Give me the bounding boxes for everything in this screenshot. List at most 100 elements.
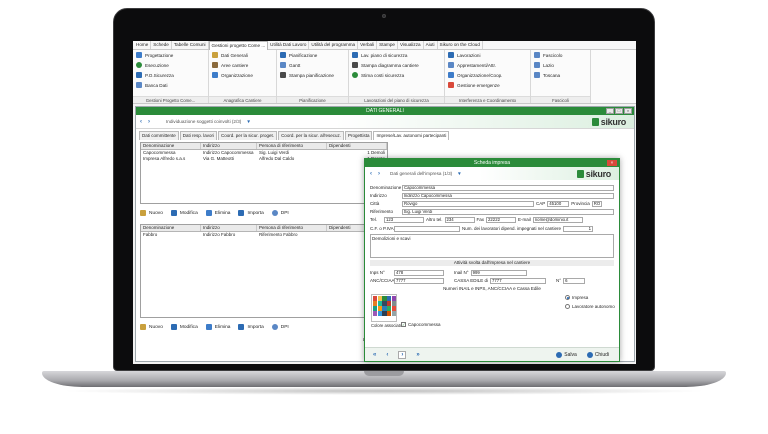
menu-stampe[interactable]: Stampe <box>377 41 398 49</box>
maximize-button[interactable]: □ <box>615 108 623 114</box>
modifica-button[interactable]: Modifica <box>170 324 198 330</box>
first-record-icon[interactable]: « <box>373 352 376 358</box>
col-dipendenti[interactable]: Dipendenti <box>327 143 387 149</box>
last-record-icon[interactable]: » <box>416 352 419 358</box>
menu-visualizza[interactable]: Visualizza <box>398 41 424 49</box>
ribbon-dati-generali[interactable]: Dati Generali <box>212 52 253 58</box>
ancc-input[interactable]: 7777 <box>394 277 444 284</box>
email-input[interactable]: nome@dominio.it <box>532 216 583 223</box>
tab-dati-resp-lavori[interactable]: Dati resp. lavori <box>179 131 218 140</box>
close-button[interactable]: × <box>624 108 632 114</box>
tab-progettista[interactable]: Progettista <box>344 131 373 140</box>
inps-input[interactable]: 478 <box>394 269 444 276</box>
dpi-button[interactable]: DPI <box>271 324 289 330</box>
ribbon-lav-piano[interactable]: Lav. piano di sicurezza <box>352 52 419 58</box>
menu-sikuro-cloud[interactable]: Sikuro on the Cloud <box>438 41 483 49</box>
col-persona-rif[interactable]: Persona di riferimento <box>257 225 327 231</box>
elimina-button[interactable]: Elimina <box>205 324 230 330</box>
citta-input[interactable]: Rovigo <box>402 200 534 207</box>
menu-schede[interactable]: Schede <box>151 41 172 49</box>
ribbon-toscana[interactable]: Toscana <box>534 72 562 78</box>
radio-impresa[interactable]: Impresa <box>565 295 588 300</box>
color-picker[interactable] <box>371 294 397 322</box>
col-persona-rif[interactable]: Persona di riferimento <box>257 143 327 149</box>
nuovo-button[interactable]: Nuovo <box>140 210 163 216</box>
menu-tabelle-comuni[interactable]: Tabelle Comuni <box>172 41 209 49</box>
modifica-button[interactable]: Modifica <box>170 210 198 216</box>
ribbon-organizzazione-coop[interactable]: Organizzazione/Coop. <box>448 72 502 78</box>
tab-coord-proget[interactable]: Coord. per la sicur. proget. <box>218 131 278 140</box>
cf-input[interactable] <box>394 225 460 232</box>
menu-home[interactable]: Home <box>134 41 152 49</box>
table-row[interactable]: Impresa Alfredo s.a.s Via G. Matteotti A… <box>141 156 387 162</box>
next-page-icon[interactable]: › <box>378 171 380 177</box>
prev-record-icon[interactable]: ‹ <box>386 352 388 358</box>
menu-utilita-dati-lavoro[interactable]: Utilità Dati Lavoro <box>268 41 310 49</box>
importa-button[interactable]: Importa <box>238 210 264 216</box>
ribbon-gestione-emergenze[interactable]: Gestione emergenze <box>448 82 502 88</box>
ribbon-fascicolo[interactable]: Fascicolo <box>534 52 562 58</box>
attivita-textarea[interactable]: Demolizioni e scavi <box>370 234 614 258</box>
ribbon-stampa-pianificazione[interactable]: Stampa pianificazione <box>280 72 334 78</box>
denominazione-input[interactable]: Capocommessa <box>402 184 614 191</box>
inail-input[interactable]: 999 <box>470 269 527 276</box>
cassa-edile-input[interactable]: 7777 <box>490 277 547 284</box>
ribbon-progettazione[interactable]: Progettazione <box>136 52 174 58</box>
ribbon-lavorazioni[interactable]: Lavorazioni <box>448 52 502 58</box>
menu-aiuti[interactable]: Aiuti <box>424 41 438 49</box>
fax-input[interactable]: 22222 <box>486 216 517 223</box>
ribbon-stima-costi[interactable]: Stima costi sicurezza <box>352 72 419 78</box>
next-page-icon[interactable]: › <box>148 119 150 125</box>
menu-utilita-programma[interactable]: Utilità del programma <box>309 41 359 49</box>
ribbon-stampa-diagramma[interactable]: Stampa diagramma cantiere <box>352 62 419 68</box>
dialog-close-button[interactable]: × <box>607 160 617 166</box>
salva-button[interactable]: Salva <box>556 351 577 358</box>
importa-button[interactable]: Importa <box>238 324 264 330</box>
col-indirizzo[interactable]: Indirizzo <box>201 143 257 149</box>
altro-tel-input[interactable]: 234 <box>444 216 475 223</box>
menu-gestioni-progetto[interactable]: Gestioni progetto Come ... <box>208 41 269 50</box>
riferimento-input[interactable]: Sig. Luigi Verdi <box>401 208 614 215</box>
dpi-button[interactable]: DPI <box>271 210 289 216</box>
ribbon-apprestamenti[interactable]: Apprestamenti/Attr. <box>448 62 502 68</box>
ribbon-banca-dati[interactable]: Banca Dati <box>136 82 174 88</box>
table-row[interactable]: Fabbro Indirizzo Fabbro Riferimento Fabb… <box>141 232 387 238</box>
prev-page-icon[interactable]: ‹ <box>140 119 142 125</box>
section-numeri: Numeri INAIL e INPS, ANC/CCIAA e Cassa E… <box>443 286 541 291</box>
ribbon-organizzazione[interactable]: Organizzazione <box>212 72 253 78</box>
chevron-down-icon[interactable]: ▾ <box>458 171 461 177</box>
ribbon-lazio[interactable]: Lazio <box>534 62 562 68</box>
nuovo-button[interactable]: Nuovo <box>140 324 163 330</box>
provincia-input[interactable]: RO <box>591 200 602 207</box>
tel-input[interactable]: 123 <box>384 216 424 223</box>
n-input[interactable]: 6 <box>563 277 586 284</box>
window-nav-bar: ‹ › Individuazione soggetti coinvolti (2… <box>136 115 634 129</box>
group-label-gestioni: Gestioni Progetto Come... <box>133 96 208 103</box>
table1-toolbar: Nuovo Modifica Elimina Importa DPI <box>140 207 289 219</box>
tab-coord-esecuz[interactable]: Coord. per la sicur. all'esecuz. <box>278 131 344 140</box>
chevron-down-icon[interactable]: ▾ <box>247 119 250 125</box>
minimize-button[interactable]: _ <box>606 108 614 114</box>
prev-page-icon[interactable]: ‹ <box>370 171 372 177</box>
ribbon-po-sicurezza[interactable]: P.O.Sicurezza <box>136 72 174 78</box>
tab-dati-committente[interactable]: Dati committente <box>139 131 179 140</box>
elimina-button[interactable]: Elimina <box>205 210 230 216</box>
ribbon-gantt[interactable]: Gantt <box>280 62 334 68</box>
chiudi-button[interactable]: Chiudi <box>586 351 609 358</box>
menu-verbali[interactable]: Verbali <box>358 41 378 49</box>
col-denominazione[interactable]: Denominazione <box>141 143 201 149</box>
num-lavoratori-input[interactable]: 1 <box>563 225 594 232</box>
next-record-icon[interactable]: › <box>398 350 407 359</box>
ribbon-esecuzione[interactable]: Esecuzione <box>136 62 174 68</box>
tab-imprese[interactable]: Imprese/Lav. autonomi partecipanti <box>373 131 450 140</box>
capocommessa-checkbox[interactable]: ✓ Capocommessa <box>401 322 441 327</box>
ribbon-pianificazione[interactable]: Pianificazione <box>280 52 334 58</box>
col-indirizzo[interactable]: Indirizzo <box>201 225 257 231</box>
ribbon-aree-cantiere[interactable]: Aree cantiere <box>212 62 253 68</box>
col-denominazione[interactable]: Denominazione <box>141 225 201 231</box>
radio-lavoratore-autonomo[interactable]: Lavoratore autonomo <box>565 304 615 309</box>
indirizzo-input[interactable]: Indirizzo Capocommessa <box>401 192 614 199</box>
ribbon-group-interferenza: Lavorazioni Apprestamenti/Attr. Organizz… <box>445 50 531 103</box>
ribbon-group-pianificazione: Pianificazione Gantt Stampa pianificazio… <box>277 50 349 103</box>
cap-input[interactable]: 45100 <box>547 200 570 207</box>
